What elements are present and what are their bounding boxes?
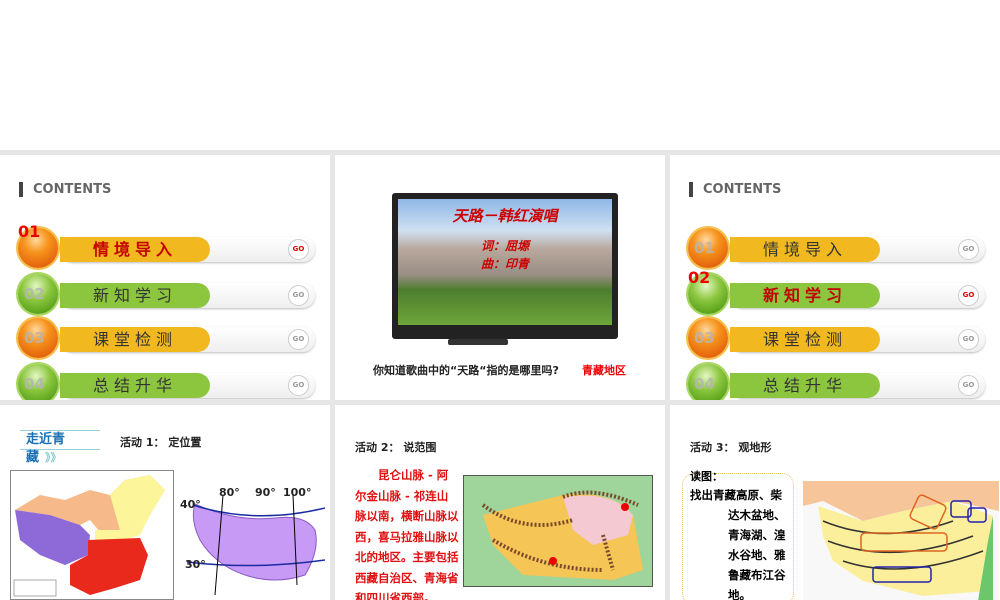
task-line-5: 鲁藏布江谷 bbox=[728, 568, 786, 582]
item-label: 课堂检测 bbox=[730, 327, 880, 352]
slide-thumbnail-locate[interactable]: 走近青藏 》》 活动 1： 定位置 80° 90° 100° 40° 30° bbox=[0, 405, 330, 600]
item-label: 总结升华 bbox=[60, 373, 210, 398]
item-number: 03 bbox=[694, 329, 715, 347]
contents-item-3[interactable]: 03 课堂检测 GO bbox=[688, 318, 986, 360]
tibet-latlong-map: 80° 90° 100° 40° 30° bbox=[180, 486, 325, 596]
task-line-4: 水谷地、雅 bbox=[728, 548, 786, 562]
contents-item-4[interactable]: 04 总结升华 GO bbox=[688, 364, 986, 400]
blank-top-area bbox=[0, 0, 1000, 150]
item-number: 03 bbox=[24, 329, 45, 347]
lat-label-40: 40° bbox=[180, 498, 201, 511]
slide-thumbnail-contents-2[interactable]: CONTENTS 01 情境导入 GO 02 新知学习 GO 03 课堂检测 G… bbox=[670, 155, 1000, 400]
task-line-2: 达木盆地、 bbox=[728, 508, 786, 522]
lat-label-30: 30° bbox=[185, 558, 206, 571]
slide-thumbnail-landform[interactable]: 活动 3： 观地形 读图： 找出青藏高原、柴 达木盆地、 青海湖、湟 水谷地、雅… bbox=[670, 405, 1000, 600]
go-button[interactable]: GO bbox=[288, 239, 309, 260]
item-label: 新知学习 bbox=[60, 283, 210, 308]
lon-label-80: 80° bbox=[219, 486, 240, 499]
contents-item-1[interactable]: 01 情境导入 GO bbox=[18, 222, 316, 270]
item-number: 01 bbox=[18, 222, 41, 241]
tv-image: 天路－韩红演唱 词：屈塬 曲：印青 bbox=[392, 193, 618, 339]
go-button[interactable]: GO bbox=[288, 329, 309, 350]
task-line-3: 青海湖、湟 bbox=[728, 528, 786, 542]
slide-thumbnail-song[interactable]: 天路－韩红演唱 词：屈塬 曲：印青 你知道歌曲中的“天路“指的是哪里吗? 青藏地… bbox=[335, 155, 665, 400]
activity-title: 活动 3： 观地形 bbox=[690, 441, 772, 454]
contents-item-1[interactable]: 01 情境导入 GO bbox=[688, 228, 986, 270]
item-number: 04 bbox=[24, 375, 45, 393]
contents-heading: CONTENTS bbox=[19, 182, 111, 197]
item-label: 情境导入 bbox=[60, 237, 210, 262]
go-button[interactable]: GO bbox=[958, 375, 979, 396]
activity-title: 活动 2： 说范围 bbox=[355, 441, 437, 454]
item-number: 02 bbox=[24, 285, 45, 303]
tv-stand bbox=[448, 339, 508, 345]
lon-label-90: 90° bbox=[255, 486, 276, 499]
item-label: 新知学习 bbox=[730, 283, 880, 308]
slide-thumbnail-range[interactable]: 活动 2： 说范围 昆仑山脉 - 阿尔金山脉 - 祁连山脉以南，横断山脉以西，喜… bbox=[335, 405, 665, 600]
lon-label-100: 100° bbox=[283, 486, 311, 499]
contents-item-2[interactable]: 02 新知学习 GO bbox=[18, 274, 316, 316]
contents-item-2[interactable]: 02 新知学习 GO bbox=[688, 268, 986, 316]
tv-title: 天路－韩红演唱 bbox=[452, 207, 558, 225]
item-number: 04 bbox=[694, 375, 715, 393]
landform-map bbox=[803, 481, 999, 600]
contents-heading: CONTENTS bbox=[689, 182, 781, 197]
tv-music-credit: 曲：印青 bbox=[480, 257, 529, 271]
contents-item-3[interactable]: 03 课堂检测 GO bbox=[18, 318, 316, 360]
item-label: 总结升华 bbox=[730, 373, 880, 398]
go-button[interactable]: GO bbox=[958, 329, 979, 350]
item-number: 01 bbox=[694, 239, 715, 257]
go-button[interactable]: GO bbox=[288, 285, 309, 306]
contents-item-4[interactable]: 04 总结升华 GO bbox=[18, 364, 316, 400]
question-text: 你知道歌曲中的“天路“指的是哪里吗? bbox=[373, 364, 559, 377]
item-number: 02 bbox=[688, 268, 711, 287]
section-badge: 走近青藏 》》 bbox=[20, 430, 100, 465]
item-label: 课堂检测 bbox=[60, 327, 210, 352]
item-label: 情境导入 bbox=[730, 237, 880, 262]
task-line-6: 地。 bbox=[728, 588, 751, 600]
china-regions-map bbox=[10, 470, 174, 600]
chevrons-icon: 》》 bbox=[45, 451, 62, 464]
go-button[interactable]: GO bbox=[958, 285, 979, 306]
activity-title: 活动 1： 定位置 bbox=[120, 436, 202, 449]
answer-text: 青藏地区 bbox=[582, 364, 626, 377]
tv-lyrics-credit: 词：屈塬 bbox=[480, 239, 529, 253]
slide-thumbnail-contents-1[interactable]: CONTENTS 01 情境导入 GO 02 新知学习 GO 03 课堂检测 G… bbox=[0, 155, 330, 400]
qinghai-tibet-range-map bbox=[463, 475, 653, 587]
read-map-label: 读图： bbox=[690, 470, 723, 483]
go-button[interactable]: GO bbox=[958, 239, 979, 260]
task-line-1: 找出青藏高原、柴 bbox=[690, 488, 782, 502]
range-description: 昆仑山脉 - 阿尔金山脉 - 祁连山脉以南，横断山脉以西，喜马拉雅山脉以北的地区… bbox=[355, 468, 459, 600]
go-button[interactable]: GO bbox=[288, 375, 309, 396]
